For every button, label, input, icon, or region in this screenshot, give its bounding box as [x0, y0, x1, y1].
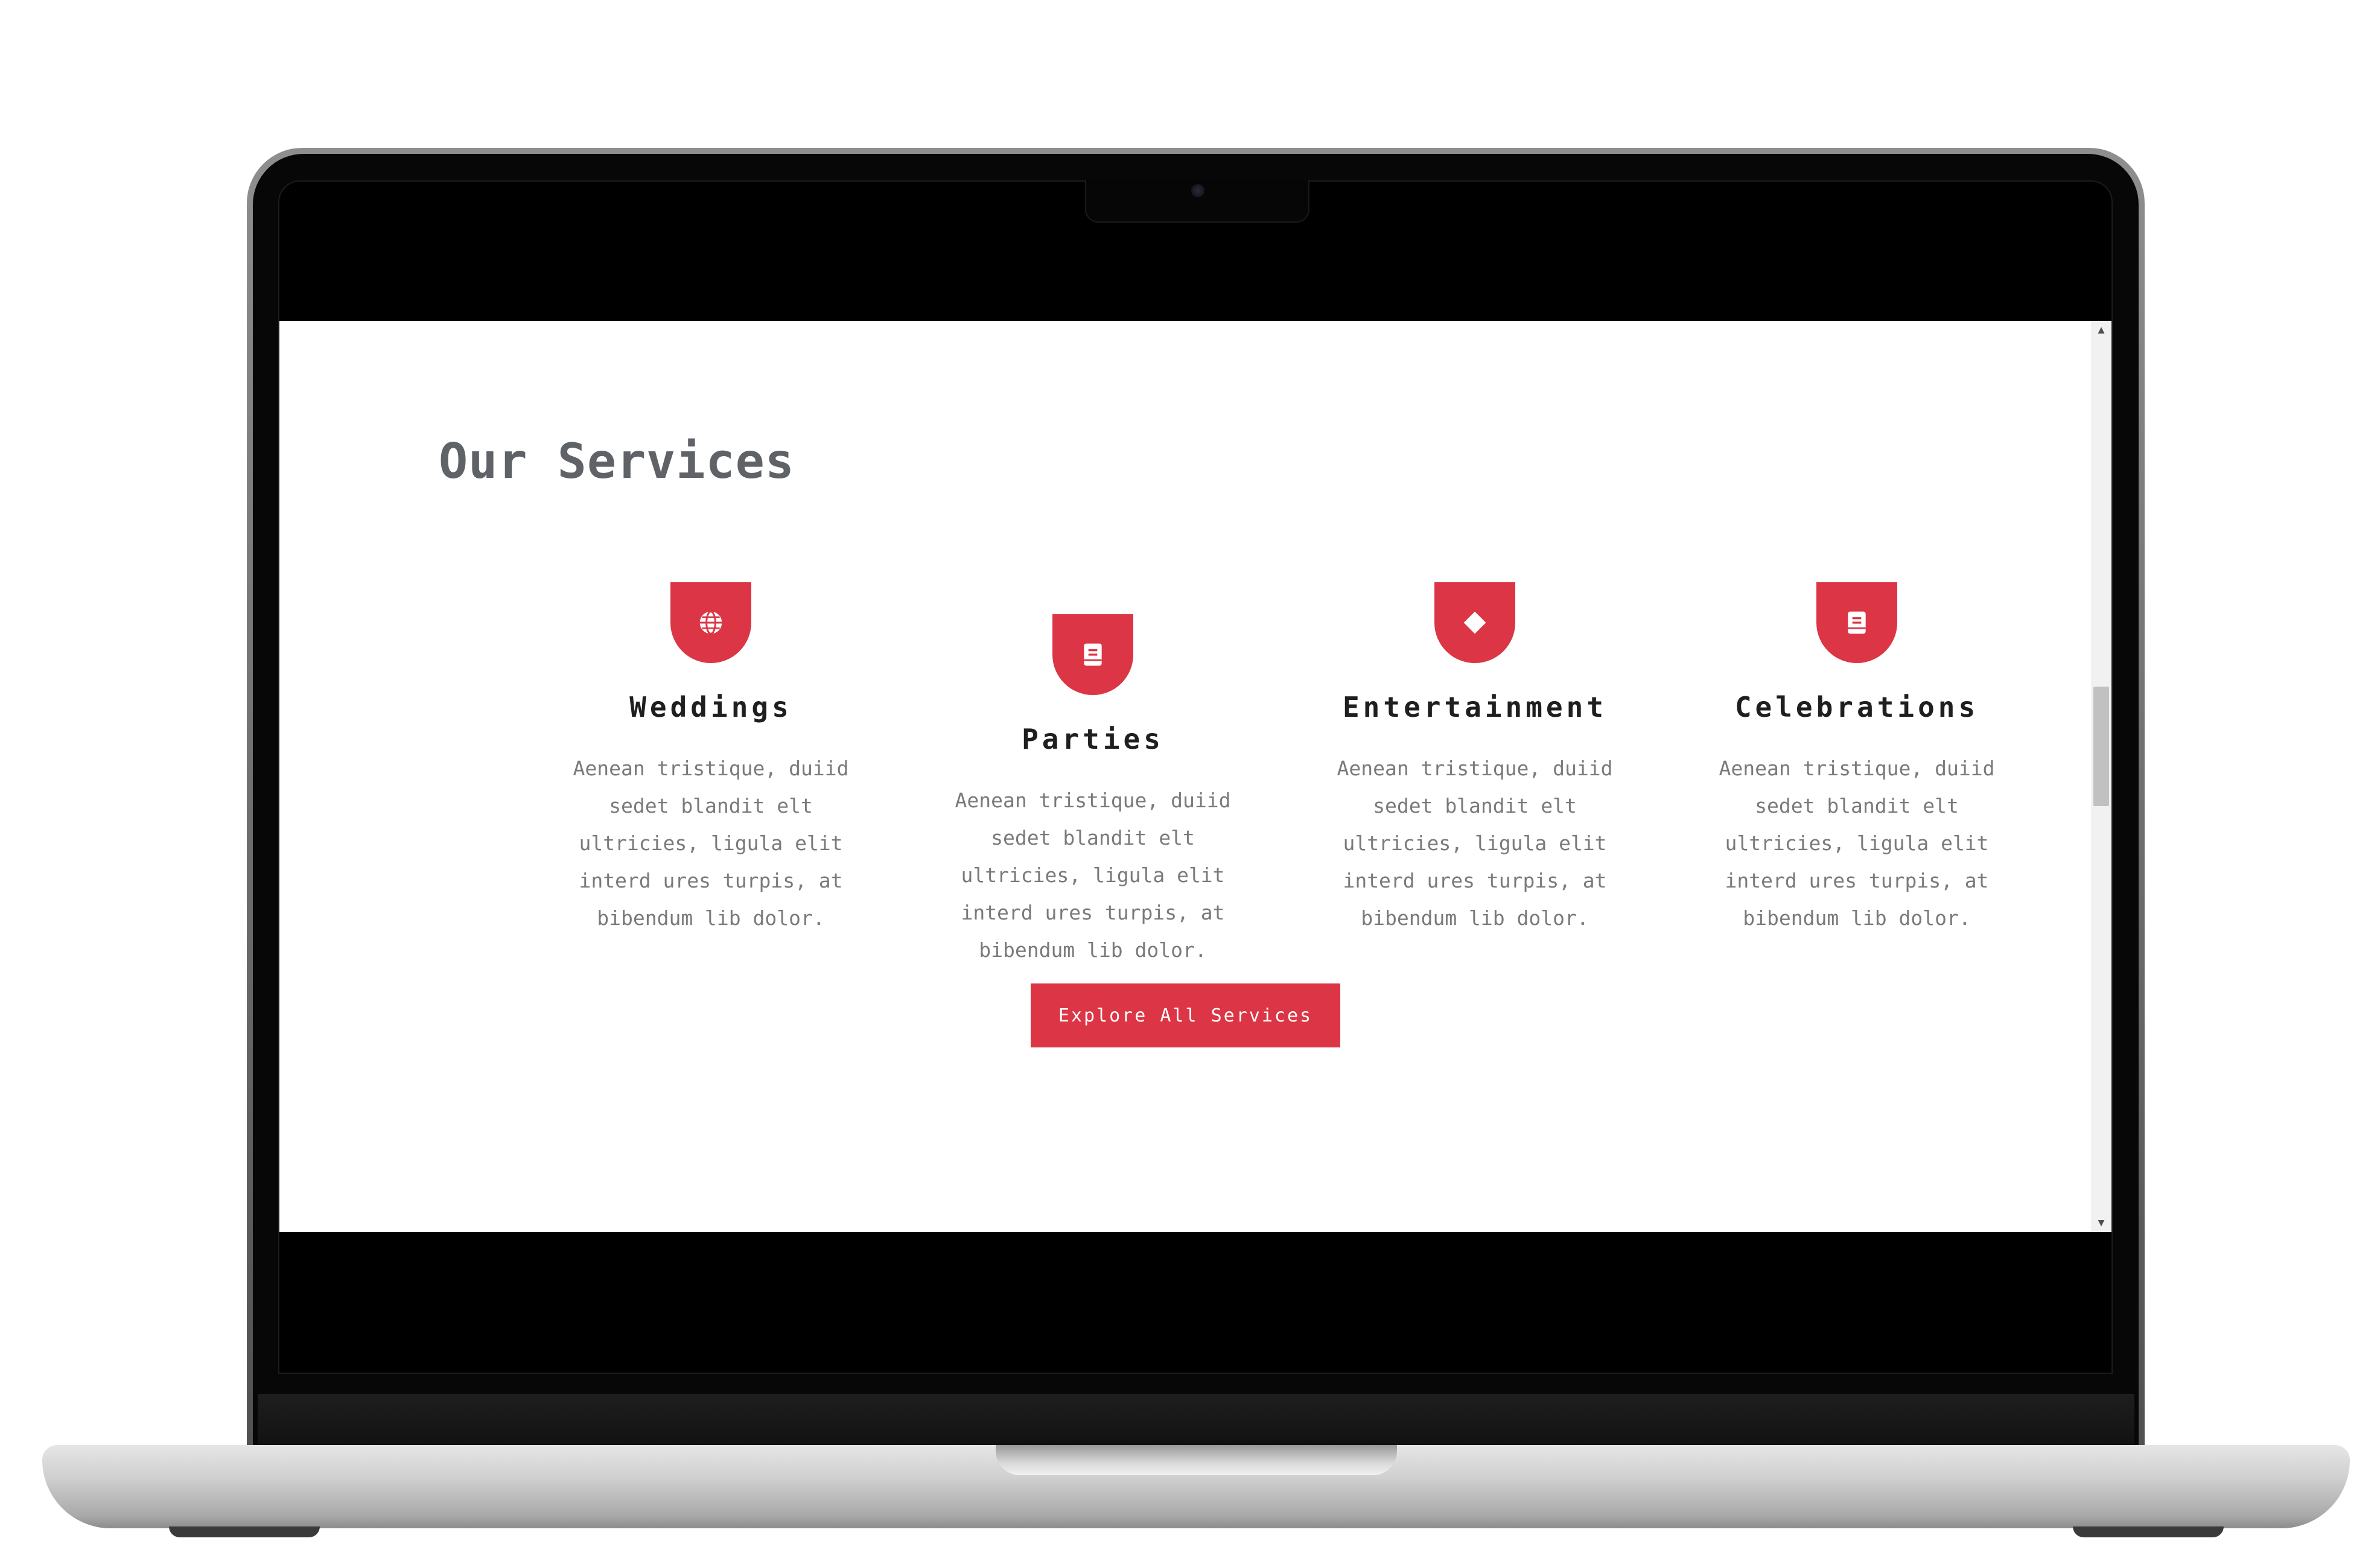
- book-icon: [1848, 611, 1866, 634]
- book-icon: [1084, 643, 1102, 666]
- scroll-down-icon[interactable]: ▼: [2091, 1214, 2111, 1232]
- service-description: Aenean tristique, duiid sedet blandit el…: [955, 789, 1231, 962]
- globe-icon: [699, 611, 722, 635]
- laptop-opening-notch: [996, 1445, 1397, 1475]
- service-title: Entertainment: [1342, 691, 1608, 723]
- laptop-hinge: [258, 1394, 2134, 1449]
- laptop-foot-right: [2073, 1526, 2224, 1537]
- service-badge: [1816, 582, 1897, 663]
- vertical-scrollbar[interactable]: ▲ ▼: [2091, 321, 2111, 1232]
- explore-all-services-button[interactable]: Explore All Services: [1031, 983, 1340, 1047]
- service-title: Weddings: [629, 691, 792, 723]
- laptop-foot-left: [169, 1526, 320, 1537]
- service-card-celebrations: Celebrations Aenean tristique, duiid sed…: [1682, 582, 2032, 937]
- service-description: Aenean tristique, duiid sedet blandit el…: [1337, 757, 1613, 930]
- service-title: Parties: [1022, 723, 1164, 755]
- diamond-icon: [1463, 611, 1486, 634]
- service-description: Aenean tristique, duiid sedet blandit el…: [573, 757, 849, 930]
- scrollbar-thumb[interactable]: [2093, 687, 2109, 806]
- service-badge: [670, 582, 751, 663]
- service-badge: [1052, 614, 1133, 695]
- service-description: Aenean tristique, duiid sedet blandit el…: [1719, 757, 1995, 930]
- service-card-entertainment: Entertainment Aenean tristique, duiid se…: [1300, 582, 1650, 937]
- browser-viewport: Our Services Weddings Aenean tristique, …: [279, 321, 2111, 1232]
- scroll-up-icon[interactable]: ▲: [2091, 321, 2111, 339]
- service-card-weddings: Weddings Aenean tristique, duiid sedet b…: [536, 582, 886, 937]
- camera-icon: [1191, 184, 1204, 197]
- page-title: Our Services: [439, 433, 795, 489]
- service-badge: [1434, 582, 1515, 663]
- service-title: Celebrations: [1734, 691, 1979, 723]
- service-card-parties: Parties Aenean tristique, duiid sedet bl…: [918, 614, 1268, 969]
